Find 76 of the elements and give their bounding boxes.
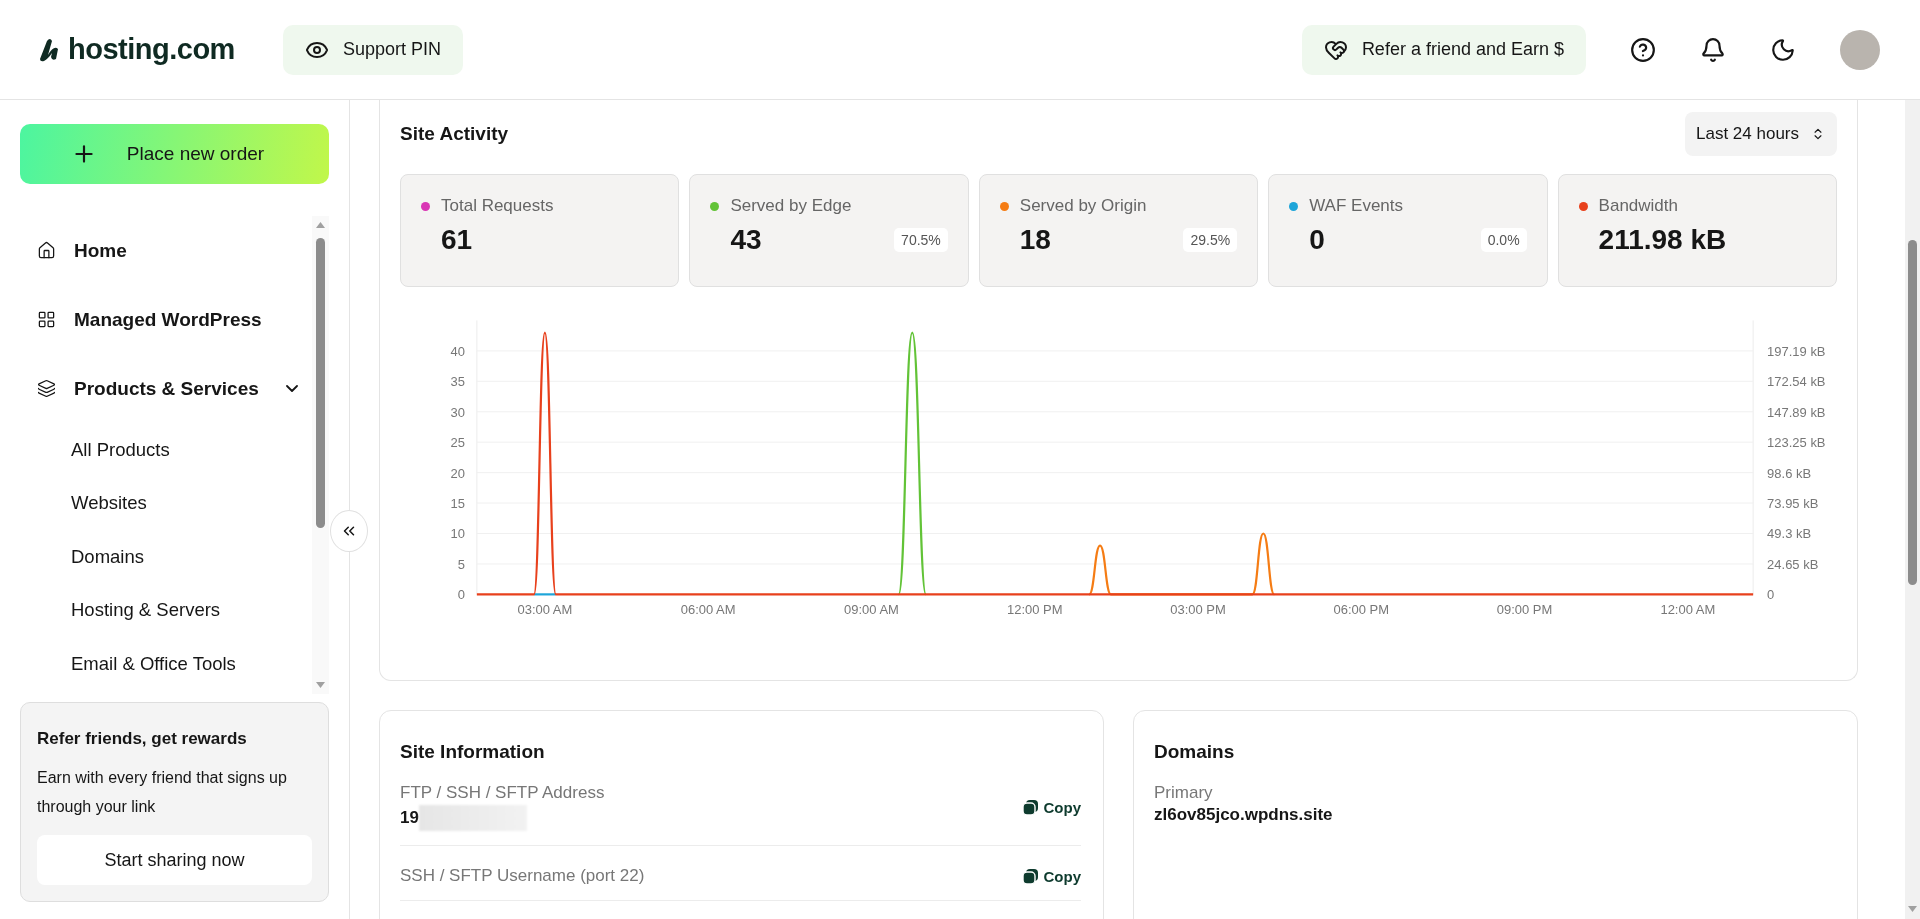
start-sharing-button[interactable]: Start sharing now — [37, 835, 312, 885]
nav-subitem[interactable]: Hosting & Servers — [37, 583, 312, 637]
stat-label: Served by Origin — [1019, 196, 1147, 216]
nav-item[interactable]: Home — [37, 216, 312, 285]
axis-tick-label: 15 — [450, 496, 465, 512]
nav-subitem[interactable]: All Products — [37, 423, 312, 477]
axis-tick-label: 06:00 PM — [1333, 602, 1390, 618]
share-badge: 70.5% — [894, 228, 948, 252]
axis-tick-label: 49.3 kB — [1767, 526, 1812, 542]
field-label: SSH / SFTP Username (port 22) — [400, 866, 645, 886]
axis-tick-label: 172.54 kB — [1767, 374, 1826, 390]
axis-tick-label: 123.25 kB — [1767, 435, 1826, 451]
domain-value: zl6ov85jco.wpdns.site — [1154, 805, 1334, 825]
waf-events-line — [534, 593, 556, 596]
axis-tick-label: 20 — [450, 465, 465, 481]
nav-subitem[interactable]: Websites — [37, 476, 312, 530]
nav-item[interactable]: Managed WordPress — [37, 285, 312, 354]
promo-title: Refer friends, get rewards — [37, 729, 248, 749]
axis-tick-label: 40 — [450, 343, 465, 359]
stat-label: Total Requests — [441, 196, 554, 216]
section-title: Domains — [1154, 741, 1236, 763]
home-icon — [37, 241, 56, 260]
layers-icon — [37, 379, 56, 398]
axis-tick-label: 03:00 PM — [1170, 602, 1226, 618]
axis-tick-label: 73.95 kB — [1767, 496, 1819, 512]
axis-tick-label: 30 — [450, 404, 465, 420]
axis-tick-label: 09:00 PM — [1496, 602, 1553, 618]
copy-button[interactable]: Copy — [1022, 867, 1081, 885]
nav-item[interactable]: Products & Services — [37, 354, 312, 423]
axis-tick-label: 98.6 kB — [1767, 465, 1812, 481]
share-badge: 0.0% — [1480, 228, 1527, 252]
axis-tick-label: 35 — [450, 374, 465, 390]
copy-button[interactable]: Copy — [1022, 798, 1081, 816]
field-value: 19 — [400, 808, 419, 828]
help-icon[interactable] — [1630, 36, 1656, 63]
place-order-button[interactable]: Place new order — [20, 124, 329, 184]
stat-value: 43 — [730, 224, 762, 256]
axis-tick-label: 25 — [450, 435, 465, 451]
refer-button[interactable]: Refer a friend and Earn $ — [1301, 24, 1586, 75]
support-pin-button[interactable]: Support PIN — [282, 24, 463, 75]
axis-tick-label: 12:00 PM — [1006, 602, 1063, 618]
stat-label: Bandwidth — [1598, 196, 1678, 216]
stat-value: 18 — [1019, 224, 1051, 256]
axis-tick-label: 0 — [457, 587, 465, 603]
stat-label: WAF Events — [1309, 196, 1404, 216]
promo-text: Earn with every friend that signs up through your link — [37, 768, 288, 817]
grid-icon — [37, 310, 56, 329]
axis-tick-label: 12:00 AM — [1660, 602, 1716, 618]
moon-icon[interactable] — [1770, 36, 1796, 63]
stat-value: 0 — [1309, 224, 1325, 256]
field-label: Primary — [1154, 783, 1214, 803]
share-badge: 29.5% — [1183, 228, 1238, 252]
section-title: Site Information — [400, 741, 546, 763]
axis-tick-label: 09:00 AM — [844, 602, 899, 618]
field-label: FTP / SSH / SFTP Address — [400, 783, 605, 803]
stat-value: 211.98 kB — [1598, 224, 1727, 256]
nav-subitem[interactable]: Domains — [37, 530, 312, 584]
axis-tick-label: 197.19 kB — [1767, 343, 1826, 359]
axis-tick-label: 147.89 kB — [1767, 404, 1826, 420]
range-select[interactable]: Last 24 hours — [1685, 112, 1837, 156]
notifications-bell-icon[interactable] — [1700, 36, 1726, 63]
axis-tick-label: 0 — [1767, 587, 1775, 603]
nav-subitem[interactable]: Email & Office Tools — [37, 637, 312, 691]
copy-icon — [1022, 868, 1038, 884]
collapse-sidebar-button[interactable] — [330, 510, 368, 552]
copy-icon — [1022, 799, 1038, 815]
axis-tick-label: 10 — [450, 526, 465, 542]
stat-value: 61 — [441, 224, 473, 256]
axis-tick-label: 5 — [457, 556, 465, 572]
axis-tick-label: 24.65 kB — [1767, 556, 1819, 572]
section-title: Site Activity — [400, 123, 509, 145]
axis-tick-label: 03:00 AM — [517, 602, 573, 618]
logo: hosting.com — [38, 33, 235, 66]
axis-tick-label: 06:00 AM — [680, 602, 736, 618]
stat-label: Served by Edge — [730, 196, 852, 216]
chevron-icon — [286, 385, 298, 392]
